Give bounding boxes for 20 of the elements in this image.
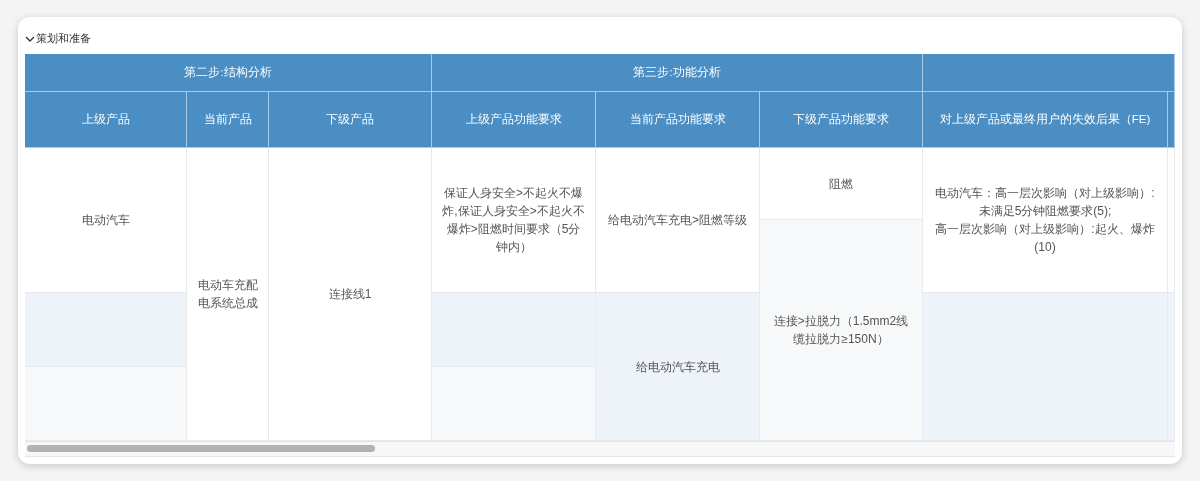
table-cell: 电动车充配电系统总成 (187, 148, 269, 441)
column-header: 下级产品 (269, 92, 432, 148)
table-cell: 电动汽车：高一层次影响（对上级影响）:未满足5分钟阻燃要求(5); 高一层次影响（对上级影响）:起火、爆炸(10) (923, 148, 1168, 293)
section-toggle[interactable]: 策划和准备 (25, 31, 91, 46)
table-cell: 电动汽车 (25, 148, 187, 293)
column-header: 上级产品功能要求 (432, 92, 596, 148)
group-header: 第三步:功能分析 (432, 54, 923, 92)
column-header: 下级产品功能要求 (760, 92, 923, 148)
column-header: 上级产品 (25, 92, 187, 148)
table-cell: 给电动汽车充电>阻燃等级 (596, 148, 760, 293)
table-cell: 给电动汽车充电 (596, 293, 760, 441)
table-cell: 保证人身安全>不起火不爆炸,保证人身安全>不起火不爆炸>阻燃时间要求（5分钟内） (432, 148, 596, 293)
horizontal-scrollbar[interactable] (25, 442, 1175, 457)
column-header: 当前产品 (187, 92, 269, 148)
column-header: 对上级产品或最终用户的失效后果（FE) (923, 92, 1168, 148)
table-cell: 连接线1 (269, 148, 432, 441)
table-cell: 连接>拉脱力（1.5mm2线缆拉脱力≥150N） (760, 220, 923, 441)
table-cell: 阻燃 (760, 148, 923, 220)
group-header: 第二步:结构分析 (25, 54, 432, 92)
column-header: 当前产品功能要求 (596, 92, 760, 148)
